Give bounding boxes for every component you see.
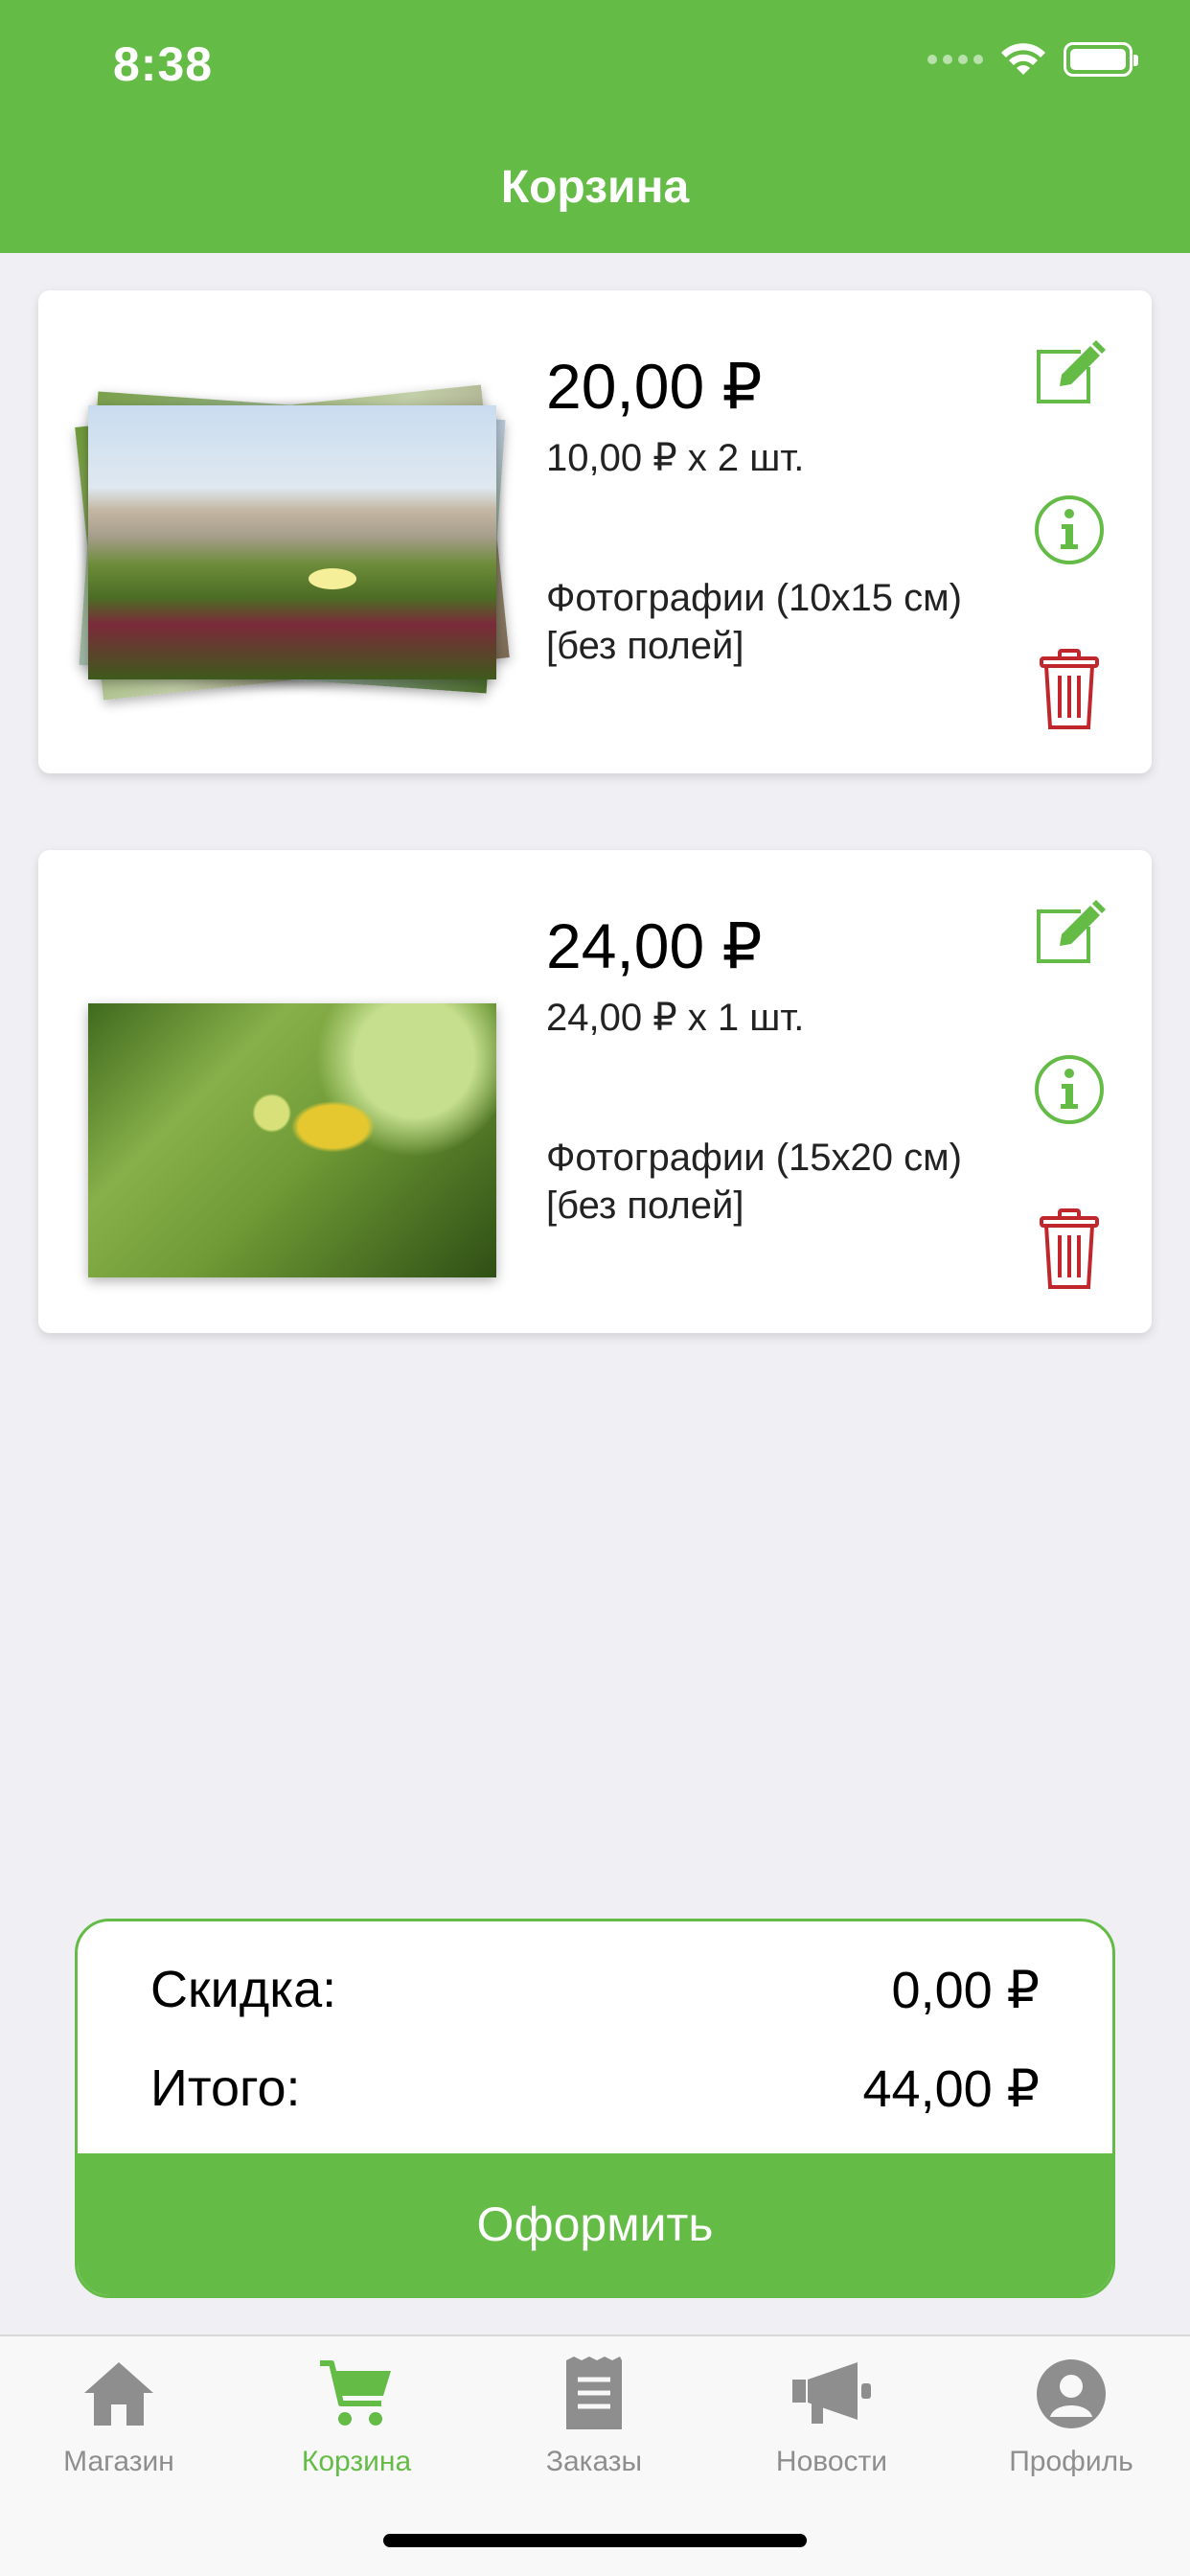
product-thumbnail[interactable] — [88, 936, 496, 1277]
tab-shop[interactable]: Магазин — [0, 2346, 238, 2478]
cart-icon — [320, 2360, 391, 2426]
discount-value: 0,00 ₽ — [891, 1962, 1040, 2019]
home-indicator[interactable] — [383, 2534, 807, 2547]
tab-label: Профиль — [1009, 2446, 1133, 2477]
battery-icon — [1064, 42, 1138, 77]
edit-button[interactable] — [1033, 896, 1106, 969]
edit-icon — [1037, 900, 1106, 963]
item-unit-price: 10,00 ₽ x 2 шт. — [546, 437, 805, 479]
home-icon — [84, 2362, 153, 2426]
megaphone-icon — [792, 2362, 871, 2424]
delete-button[interactable] — [1033, 1207, 1106, 1293]
wifi-icon — [1001, 43, 1045, 75]
item-product-name: Фотографии (15x20 см) [без полей] — [546, 1134, 1025, 1230]
item-price: 20,00 ₽ — [546, 351, 763, 422]
page-title: Корзина — [500, 162, 690, 213]
delete-button[interactable] — [1033, 647, 1106, 733]
discount-row: Скидка: 0,00 ₽ — [150, 1960, 1040, 2020]
total-value: 44,00 ₽ — [862, 2060, 1041, 2118]
edit-button[interactable] — [1033, 336, 1106, 409]
item-product-name: Фотографии (10x15 см) [без полей] — [546, 574, 1025, 670]
photo-front — [88, 1003, 496, 1277]
photo-front — [88, 405, 496, 679]
navigation-header: 8:38 Корзина — [0, 0, 1190, 253]
cart-item-card: 24,00 ₽ 24,00 ₽ x 1 шт. Фотографии (15x2… — [38, 850, 1152, 1333]
tab-label: Магазин — [63, 2446, 174, 2477]
tab-orders[interactable]: Заказы — [475, 2346, 713, 2478]
discount-label: Скидка: — [150, 1961, 337, 2018]
info-button[interactable] — [1033, 1053, 1106, 1126]
product-format: Фотографии (15x20 см) — [546, 1137, 962, 1179]
order-summary: Скидка: 0,00 ₽ Итого: 44,00 ₽ Оформить — [75, 1919, 1115, 2298]
tab-label: Заказы — [545, 2446, 643, 2477]
tab-profile[interactable]: Профиль — [952, 2346, 1190, 2478]
tab-news[interactable]: Новости — [713, 2346, 950, 2478]
total-label: Итого: — [150, 2059, 301, 2117]
total-row: Итого: 44,00 ₽ — [150, 2058, 1040, 2119]
info-icon — [1035, 495, 1104, 564]
signal-icon — [927, 55, 983, 64]
product-thumbnail[interactable] — [75, 377, 510, 701]
tab-cart[interactable]: Корзина — [238, 2346, 475, 2478]
receipt-icon — [566, 2357, 622, 2429]
profile-icon — [1037, 2359, 1106, 2428]
trash-icon — [1040, 1208, 1099, 1289]
tab-label: Новости — [775, 2446, 888, 2477]
tab-label: Корзина — [301, 2446, 412, 2477]
info-button[interactable] — [1033, 494, 1106, 566]
status-time: 8:38 — [113, 37, 214, 91]
info-icon — [1035, 1055, 1104, 1124]
cart-item-card: 20,00 ₽ 10,00 ₽ x 2 шт. Фотографии (10x1… — [38, 290, 1152, 773]
trash-icon — [1040, 649, 1099, 729]
status-icons — [927, 42, 1138, 77]
product-format: Фотографии (10x15 см) — [546, 577, 962, 619]
edit-icon — [1037, 340, 1106, 403]
product-option: [без полей] — [546, 625, 744, 667]
item-unit-price: 24,00 ₽ x 1 шт. — [546, 997, 805, 1039]
checkout-button[interactable]: Оформить — [78, 2153, 1112, 2295]
item-price: 24,00 ₽ — [546, 910, 763, 981]
product-option: [без полей] — [546, 1184, 744, 1227]
